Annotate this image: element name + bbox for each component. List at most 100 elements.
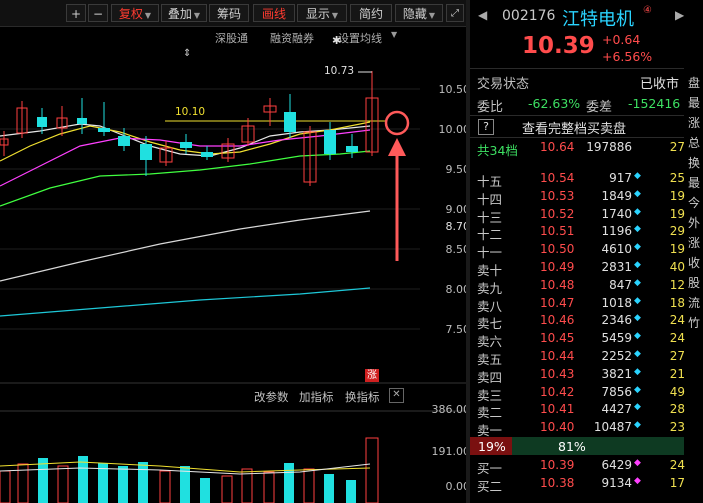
view-full-book-link[interactable]: 查看完整档买卖盘 xyxy=(522,118,626,137)
level-volume: 1740 xyxy=(601,206,632,221)
order-count: 49 xyxy=(669,384,685,399)
stock-badge: ④ xyxy=(643,5,652,16)
diamond-icon: ◆ xyxy=(634,206,641,217)
level-volume: 917 xyxy=(609,171,632,185)
display-label: 显示 xyxy=(305,7,330,21)
change-params-link[interactable]: 改参数 xyxy=(254,389,289,405)
level-price: 10.52 xyxy=(540,206,575,221)
level-label: 十四 xyxy=(477,191,503,207)
line-price-label: 10.10 xyxy=(175,106,206,118)
order-count: 24 xyxy=(669,458,685,472)
level-volume: 5459 xyxy=(601,331,632,346)
level-price: 10.54 xyxy=(540,171,575,185)
level-price: 10.46 xyxy=(540,313,575,328)
side-info-label[interactable]: 涨 xyxy=(688,114,703,131)
side-info-label[interactable]: 最 xyxy=(688,94,703,111)
order-count: 28 xyxy=(669,402,685,417)
side-info-label[interactable]: 股 xyxy=(688,274,703,291)
kline-chart-area[interactable]: 深股通 融资融券 设置均线 ▼ ✱ ⇕ 10.50 10.00 9.50 9.0… xyxy=(0,26,470,503)
switch-indicator-link[interactable]: 换指标 xyxy=(345,389,380,405)
level-volume: 9134 xyxy=(601,475,632,490)
side-info-label[interactable]: 最 xyxy=(688,174,703,191)
level-label: 买一 xyxy=(477,461,503,476)
order-count: 24 xyxy=(669,331,685,346)
simple-button[interactable]: 简约 xyxy=(350,4,392,22)
level-price: 10.48 xyxy=(540,277,575,292)
price-axis-tick: 8.00 xyxy=(445,283,471,296)
diamond-icon: ◆ xyxy=(634,331,641,342)
level-volume: 6429 xyxy=(601,458,632,472)
zoom-out-button[interactable]: − xyxy=(88,4,108,22)
volume-axis-tick: 191.00 xyxy=(431,445,471,458)
volume-axis-tick: 0.00 xyxy=(445,480,471,493)
ratio-left: 19% xyxy=(478,439,506,454)
side-info-label[interactable]: 收 xyxy=(688,254,703,271)
side-info-label[interactable]: 竹 xyxy=(688,314,703,331)
level-label: 十五 xyxy=(477,174,503,189)
move-handle-icon[interactable]: ⇕ xyxy=(183,48,191,59)
kline-svg: ✱ ⇕ xyxy=(0,34,470,503)
current-price: 10.39 xyxy=(522,33,595,59)
diamond-icon: ◆ xyxy=(634,295,641,306)
level-label: 卖四 xyxy=(477,369,503,385)
level-label: 十一 xyxy=(477,245,503,261)
trade-status-label: 交易状态 xyxy=(477,77,530,92)
level-price: 10.38 xyxy=(540,475,575,490)
fullscreen-icon[interactable]: ⤢ xyxy=(446,4,464,22)
stock-name: 江特电机 xyxy=(562,9,634,30)
level-label: 卖十 xyxy=(477,263,503,278)
diamond-icon: ◆ xyxy=(634,349,641,359)
draw-line-button[interactable]: 画线 xyxy=(253,4,295,22)
volume-axis-tick: 386.00 xyxy=(431,403,471,416)
level-price: 10.39 xyxy=(540,458,575,472)
next-stock-icon[interactable]: ▶ xyxy=(675,8,684,22)
side-info-label[interactable]: 盘 xyxy=(688,74,703,91)
level-price: 10.45 xyxy=(540,331,575,346)
level-label: 卖九 xyxy=(477,280,503,296)
side-info-label[interactable]: 外 xyxy=(688,214,703,231)
high-price-label: 10.73 xyxy=(324,65,355,77)
hide-label: 隐藏 xyxy=(402,7,427,21)
level-price: 10.40 xyxy=(540,420,575,435)
price-axis-current: 8.70 xyxy=(445,220,471,233)
diamond-icon: ◆ xyxy=(634,313,641,324)
side-info-label[interactable]: 换 xyxy=(688,154,703,171)
zoom-in-button[interactable]: + xyxy=(66,4,86,22)
side-info-label[interactable]: 涨 xyxy=(688,234,703,251)
diamond-icon: ◆ xyxy=(634,224,641,235)
level-volume: 7856 xyxy=(601,384,632,399)
side-info-label[interactable]: 总 xyxy=(688,134,703,151)
chips-button[interactable]: 筹码 xyxy=(209,4,249,22)
weibi-label: 委比 xyxy=(477,100,504,115)
order-count: 19 xyxy=(669,188,685,203)
price-axis-tick: 10.00 xyxy=(438,123,471,136)
ratio-bar: 19% 81% xyxy=(470,437,684,455)
level-volume: 1849 xyxy=(601,188,632,203)
level-volume: 4610 xyxy=(601,242,632,257)
level-volume: 1018 xyxy=(601,295,632,310)
level-volume: 10487 xyxy=(593,420,632,435)
overlay-label: 叠加 xyxy=(167,7,192,21)
fuquan-dropdown[interactable]: 复权 ▼ xyxy=(111,4,159,22)
ma20-line xyxy=(0,129,371,187)
add-indicator-link[interactable]: 加指标 xyxy=(299,389,334,405)
overlay-dropdown[interactable]: 叠加 ▼ xyxy=(161,4,207,22)
price-change: +0.64 xyxy=(602,32,641,47)
side-info-label[interactable]: 今 xyxy=(688,194,703,211)
close-indicator-icon[interactable]: ✕ xyxy=(389,388,404,403)
level-price: 10.42 xyxy=(540,384,575,399)
dropdown-arrow-icon: ▼ xyxy=(144,11,152,20)
hide-dropdown[interactable]: 隐藏 ▼ xyxy=(395,4,443,22)
volume-bars xyxy=(0,437,379,503)
display-dropdown[interactable]: 显示 ▼ xyxy=(297,4,347,22)
price-change-pct: +6.56% xyxy=(602,49,653,64)
dropdown-arrow-icon: ▼ xyxy=(331,11,339,20)
order-count: 40 xyxy=(669,260,685,274)
total-price: 10.64 xyxy=(540,140,575,154)
side-info-label[interactable]: 流 xyxy=(688,294,703,311)
dropdown-arrow-icon: ▼ xyxy=(428,11,436,20)
price-axis-tick: 9.00 xyxy=(445,203,471,216)
prev-stock-icon[interactable]: ◀ xyxy=(478,8,487,22)
total-volume: 197886 xyxy=(586,140,632,154)
help-icon[interactable]: ? xyxy=(478,119,494,135)
